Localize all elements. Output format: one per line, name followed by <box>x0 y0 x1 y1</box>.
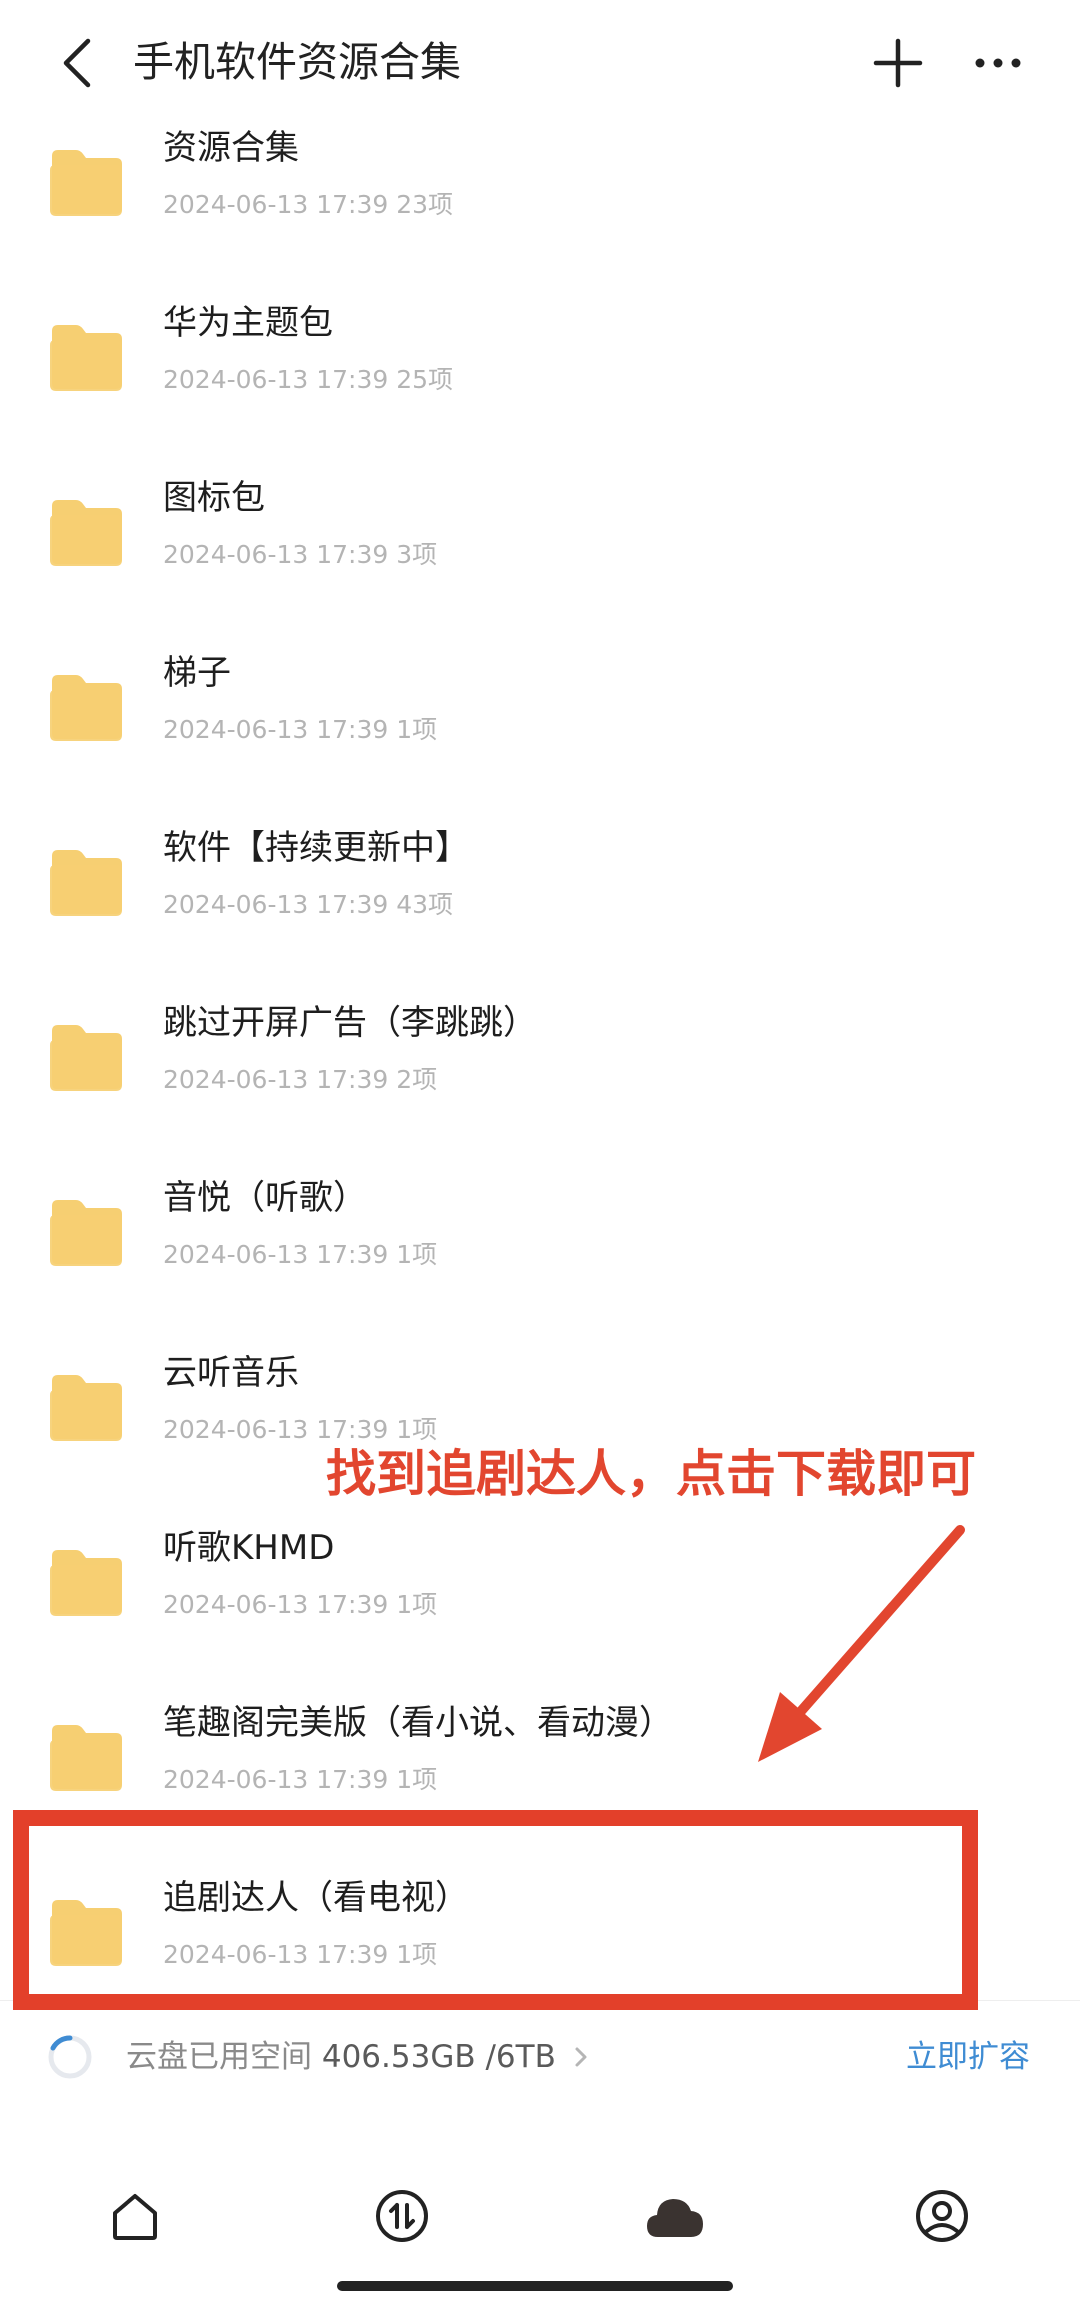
file-count: 43项 <box>396 890 454 919</box>
home-indicator <box>337 2281 733 2291</box>
folder-icon <box>50 1375 122 1441</box>
file-count: 2项 <box>396 1065 438 1094</box>
file-count: 1项 <box>396 715 438 744</box>
file-name: 华为主题包 <box>163 303 333 343</box>
app-header: 手机软件资源合集 <box>0 0 1080 125</box>
file-row[interactable]: 资源合集 2024-06-13 17:39 23项 <box>0 108 1080 283</box>
page-title: 手机软件资源合集 <box>133 38 461 86</box>
folder-icon <box>50 150 122 216</box>
folder-icon <box>50 850 122 916</box>
file-count: 1项 <box>396 1240 438 1269</box>
expand-storage-button[interactable]: 立即扩容 <box>906 2035 1030 2079</box>
file-meta: 2024-06-13 17:39 1项 <box>163 713 437 747</box>
file-date: 2024-06-13 17:39 <box>163 715 389 744</box>
file-meta: 2024-06-13 17:39 1项 <box>163 1763 437 1797</box>
file-count: 23项 <box>396 190 454 219</box>
transfer-icon <box>376 2190 428 2242</box>
file-name: 笔趣阁完美版（看小说、看动漫） <box>163 1703 673 1743</box>
storage-label-text: 云盘已用空间 <box>126 2039 312 2075</box>
folder-icon <box>50 1200 122 1266</box>
file-count: 1项 <box>396 1590 438 1619</box>
file-date: 2024-06-13 17:39 <box>163 190 389 219</box>
file-date: 2024-06-13 17:39 <box>163 1065 389 1094</box>
file-date: 2024-06-13 17:39 <box>163 1590 389 1619</box>
folder-icon <box>50 500 122 566</box>
file-row[interactable]: 软件【持续更新中】 2024-06-13 17:39 43项 <box>0 808 1080 983</box>
file-row[interactable]: 图标包 2024-06-13 17:39 3项 <box>0 458 1080 633</box>
chevron-right-icon <box>575 2047 587 2067</box>
file-meta: 2024-06-13 17:39 3项 <box>163 538 437 572</box>
file-row[interactable]: 华为主题包 2024-06-13 17:39 25项 <box>0 283 1080 458</box>
storage-usage-ring <box>48 2035 92 2079</box>
file-row[interactable]: 梯子 2024-06-13 17:39 1项 <box>0 633 1080 808</box>
file-count: 3项 <box>396 540 438 569</box>
file-meta: 2024-06-13 17:39 43项 <box>163 888 453 922</box>
file-meta: 2024-06-13 17:39 1项 <box>163 1588 437 1622</box>
plus-icon <box>873 38 923 88</box>
more-button[interactable] <box>965 30 1031 96</box>
file-name: 图标包 <box>163 478 265 518</box>
nav-home[interactable] <box>100 2181 170 2251</box>
profile-icon <box>916 2190 968 2242</box>
file-name: 音悦（听歌） <box>163 1178 367 1218</box>
add-button[interactable] <box>865 30 931 96</box>
home-icon <box>113 2194 157 2240</box>
file-row[interactable]: 音悦（听歌） 2024-06-13 17:39 1项 <box>0 1158 1080 1333</box>
file-count: 1项 <box>396 1415 438 1444</box>
folder-icon <box>50 675 122 741</box>
file-meta: 2024-06-13 17:39 2项 <box>163 1063 437 1097</box>
file-meta: 2024-06-13 17:39 1项 <box>163 1238 437 1272</box>
annotation-text: 找到追剧达人，点击下载即可 <box>326 1445 976 1503</box>
file-name: 云听音乐 <box>163 1353 299 1393</box>
arrow-annotation <box>758 1525 965 1762</box>
file-date: 2024-06-13 17:39 <box>163 890 389 919</box>
file-meta: 2024-06-13 17:39 23项 <box>163 188 453 222</box>
file-date: 2024-06-13 17:39 <box>163 1415 389 1444</box>
highlight-box <box>13 1810 978 2010</box>
nav-profile[interactable] <box>907 2181 977 2251</box>
chevron-left-icon <box>63 38 91 88</box>
file-date: 2024-06-13 17:39 <box>163 1240 389 1269</box>
file-date: 2024-06-13 17:39 <box>163 1765 389 1794</box>
file-name: 梯子 <box>163 653 231 693</box>
nav-cloud[interactable] <box>640 2181 710 2251</box>
storage-bar[interactable]: 云盘已用空间 406.53GB /6TB 立即扩容 <box>0 2000 1080 2114</box>
file-count: 1项 <box>396 1765 438 1794</box>
cloud-icon <box>647 2199 703 2237</box>
storage-used: 406.53GB /6TB <box>321 2039 556 2075</box>
file-date: 2024-06-13 17:39 <box>163 540 389 569</box>
folder-icon <box>50 325 122 391</box>
back-button[interactable] <box>48 28 108 98</box>
folder-icon <box>50 1025 122 1091</box>
file-name: 听歌KHMD <box>163 1528 335 1568</box>
file-date: 2024-06-13 17:39 <box>163 365 389 394</box>
nav-transfer[interactable] <box>367 2181 437 2251</box>
storage-label: 云盘已用空间 406.53GB /6TB <box>126 2035 556 2079</box>
file-name: 跳过开屏广告（李跳跳） <box>163 1003 537 1043</box>
folder-icon <box>50 1550 122 1616</box>
file-count: 25项 <box>396 365 454 394</box>
more-horizontal-icon <box>975 58 1021 68</box>
file-meta: 2024-06-13 17:39 25项 <box>163 363 453 397</box>
file-name: 软件【持续更新中】 <box>163 828 469 868</box>
file-row[interactable]: 跳过开屏广告（李跳跳） 2024-06-13 17:39 2项 <box>0 983 1080 1158</box>
file-name: 资源合集 <box>163 128 299 168</box>
folder-icon <box>50 1725 122 1791</box>
